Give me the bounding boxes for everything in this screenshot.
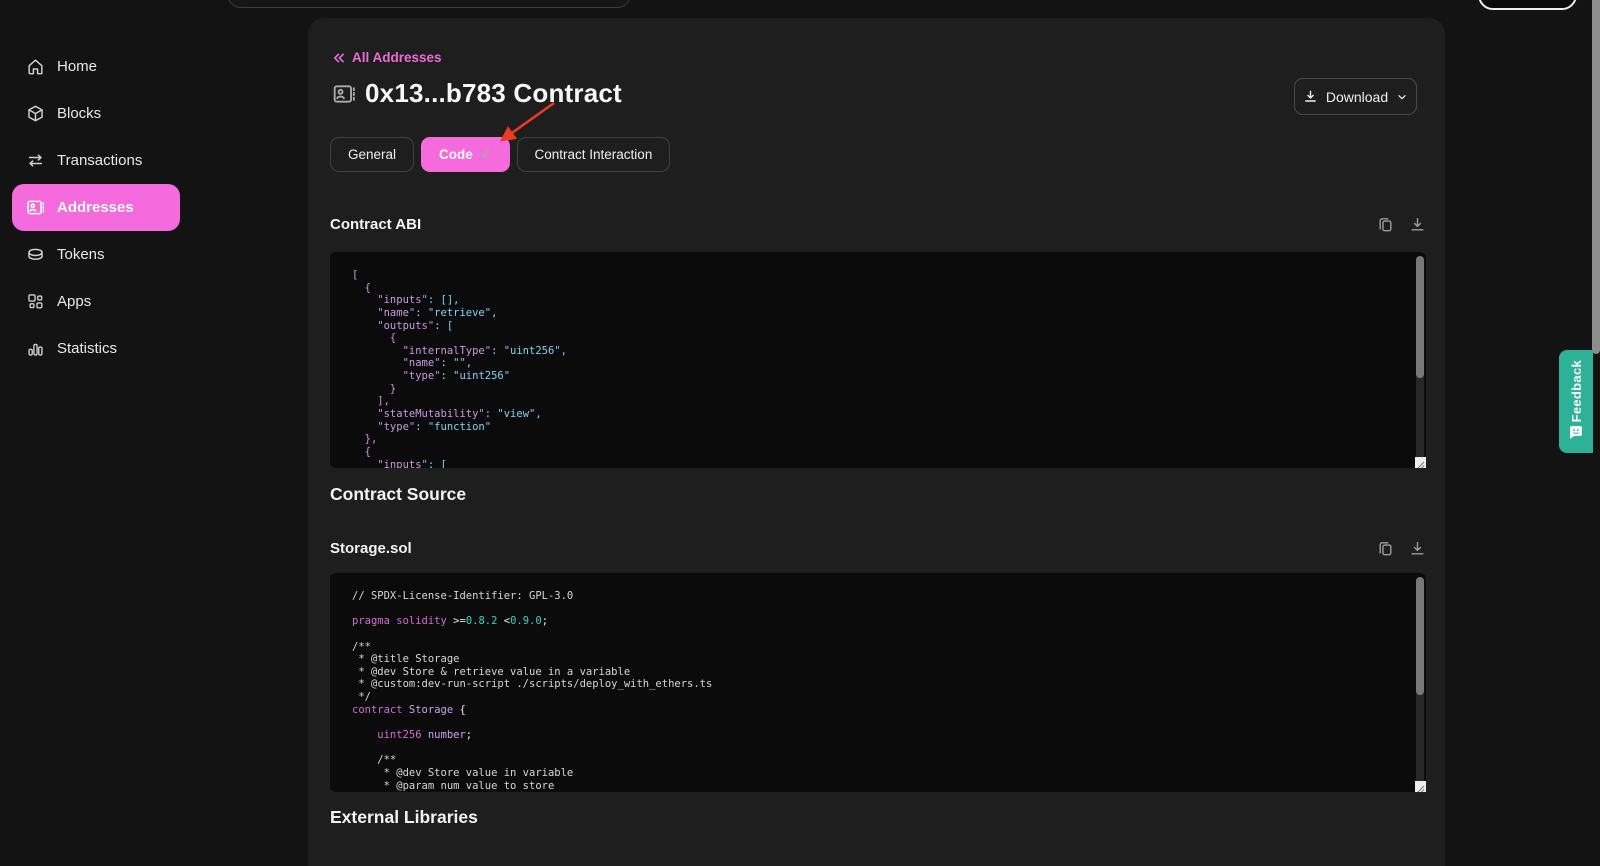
tab-label: Code	[439, 147, 473, 162]
sidebar-item-apps[interactable]: Apps	[0, 278, 308, 325]
solidity-source-code[interactable]: // SPDX-License-Identifier: GPL-3.0 prag…	[330, 573, 1426, 792]
apps-icon	[26, 292, 45, 311]
contract-abi-title: Contract ABI	[330, 216, 421, 233]
addresses-icon	[26, 198, 45, 217]
tab-label: General	[348, 147, 396, 162]
main-content-panel: All Addresses 0x13...b783 Contract Downl…	[308, 18, 1445, 866]
sidebar-item-addresses[interactable]: Addresses	[12, 184, 180, 231]
sidebar-item-tokens[interactable]: Tokens	[0, 231, 308, 278]
sidebar-item-label: Transactions	[57, 152, 142, 169]
copy-icon[interactable]	[1377, 216, 1394, 233]
back-to-all-addresses-link[interactable]: All Addresses	[332, 50, 442, 65]
topbar-pill-button[interactable]	[1478, 0, 1577, 10]
back-link-label: All Addresses	[352, 50, 442, 65]
tabs: General Code ✓ Contract Interaction	[330, 137, 670, 172]
sidebar-item-label: Tokens	[57, 246, 105, 263]
sidebar-item-label: Apps	[57, 293, 91, 310]
sidebar-item-blocks[interactable]: Blocks	[0, 90, 308, 137]
sidebar-item-label: Statistics	[57, 340, 117, 357]
feedback-chat-icon	[1568, 424, 1584, 445]
source-scrollbar-thumb[interactable]	[1416, 577, 1424, 695]
download-icon[interactable]	[1409, 216, 1426, 233]
tab-general[interactable]: General	[330, 137, 414, 172]
tokens-icon	[26, 245, 45, 264]
source-resize-grip[interactable]	[1415, 781, 1426, 792]
contract-abi-code[interactable]: [ { "inputs": [], "name": "retrieve", "o…	[330, 252, 1426, 468]
statistics-icon	[26, 339, 45, 358]
download-icon[interactable]	[1409, 540, 1426, 557]
sidebar-item-transactions[interactable]: Transactions	[0, 137, 308, 184]
sidebar-item-statistics[interactable]: Statistics	[0, 325, 308, 372]
page-title: 0x13...b783 Contract	[365, 78, 622, 109]
download-button-label: Download	[1326, 89, 1388, 105]
contract-source-heading: Contract Source	[330, 484, 466, 505]
double-chevron-left-icon	[332, 52, 345, 64]
home-icon	[26, 57, 45, 76]
sidebar-item-label: Blocks	[57, 105, 101, 122]
sidebar-item-home[interactable]: Home	[0, 43, 308, 90]
chevron-down-icon	[1396, 91, 1408, 103]
sidebar: Home Blocks Transactions Addresses Token…	[0, 0, 308, 866]
blocks-icon	[26, 104, 45, 123]
check-icon: ✓	[480, 146, 492, 163]
contract-card-icon	[332, 82, 356, 106]
tab-label: Contract Interaction	[535, 147, 653, 162]
tab-contract-interaction[interactable]: Contract Interaction	[517, 137, 671, 172]
source-file-name: Storage.sol	[330, 540, 412, 557]
abi-scrollbar-thumb[interactable]	[1416, 256, 1424, 378]
copy-icon[interactable]	[1377, 540, 1394, 557]
sidebar-item-label: Addresses	[57, 199, 134, 216]
page-scrollbar-thumb[interactable]	[1592, 0, 1600, 354]
transactions-icon	[26, 151, 45, 170]
abi-resize-grip[interactable]	[1415, 457, 1426, 468]
tab-code[interactable]: Code ✓	[421, 137, 509, 172]
sidebar-item-label: Home	[57, 58, 97, 75]
feedback-button[interactable]: Feedback	[1559, 350, 1593, 453]
external-libraries-heading: External Libraries	[330, 807, 478, 828]
download-icon	[1303, 89, 1318, 104]
feedback-label: Feedback	[1569, 360, 1584, 422]
download-button[interactable]: Download	[1294, 78, 1417, 115]
